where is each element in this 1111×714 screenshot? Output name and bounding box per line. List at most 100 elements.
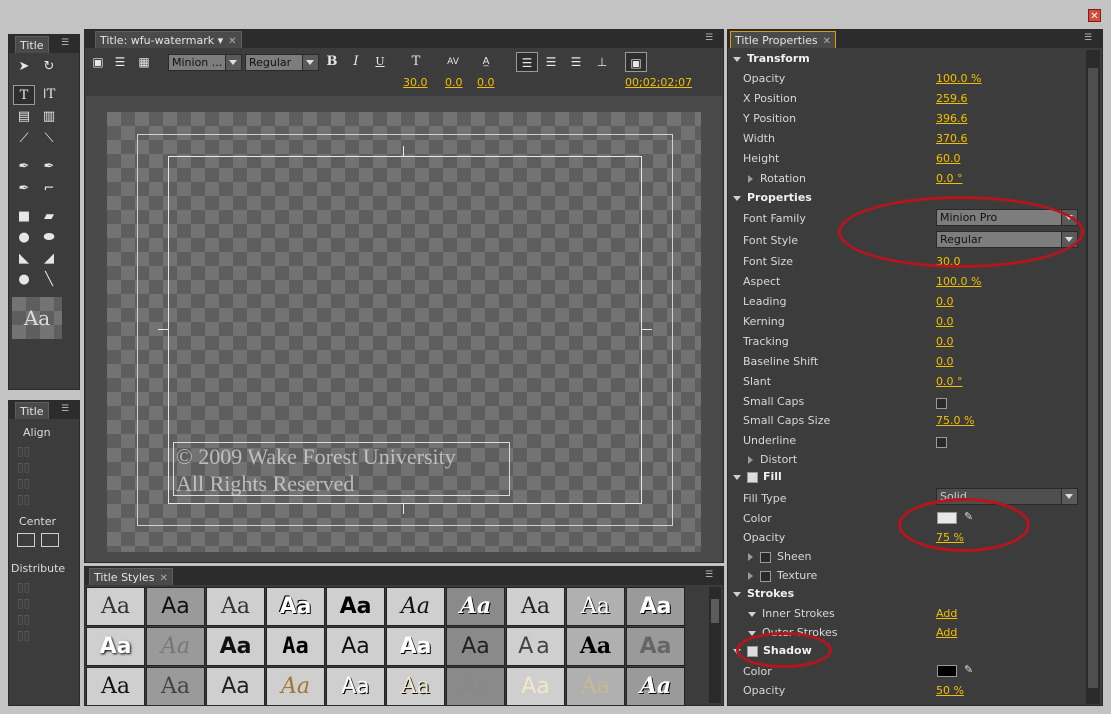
- shadow-color-swatch[interactable]: [937, 665, 957, 677]
- leading-prop-value[interactable]: 0.0: [936, 295, 954, 308]
- line-tool-icon[interactable]: ╲: [38, 270, 60, 290]
- style-swatch[interactable]: Aa: [626, 627, 685, 666]
- watermark-text-box[interactable]: © 2009 Wake Forest University All Rights…: [173, 442, 510, 496]
- area-type-tool-icon[interactable]: ▤: [13, 107, 35, 127]
- style-swatch[interactable]: Aa: [146, 667, 205, 705]
- close-tab-icon[interactable]: ✕: [228, 36, 236, 47]
- style-swatch[interactable]: Aa: [326, 667, 385, 705]
- style-swatch[interactable]: Aa: [206, 667, 265, 705]
- show-background-video-icon[interactable]: ▣: [625, 52, 647, 72]
- height-value[interactable]: 60.0: [936, 152, 961, 165]
- style-swatch[interactable]: Aa: [266, 587, 325, 626]
- kerning-prop-value[interactable]: 0.0: [936, 315, 954, 328]
- style-swatch[interactable]: Aa: [446, 587, 505, 626]
- font-family-dropdown[interactable]: Minion ...: [168, 54, 242, 71]
- font-size-value[interactable]: 30.0: [403, 76, 428, 89]
- leading-value[interactable]: 0.0: [477, 76, 495, 89]
- font-style-dropdown[interactable]: Regular: [245, 54, 319, 71]
- style-swatch[interactable]: Aa: [506, 587, 565, 626]
- italic-button[interactable]: I: [345, 52, 367, 72]
- aspect-value[interactable]: 100.0 %: [936, 275, 981, 288]
- tab-title-wfu-watermark[interactable]: Title: wfu-watermark ▾ ✕: [95, 31, 242, 48]
- ellipse-tool-icon[interactable]: ●: [13, 270, 35, 290]
- baseline-shift-value[interactable]: 0.0: [936, 355, 954, 368]
- rotation-label-wrap[interactable]: Rotation: [748, 172, 806, 185]
- style-swatch[interactable]: Aa: [506, 667, 565, 705]
- style-swatch[interactable]: Aa: [266, 627, 325, 666]
- texture-label-wrap[interactable]: Texture: [748, 569, 817, 582]
- y-position-value[interactable]: 396.6: [936, 112, 968, 125]
- selection-tool-icon[interactable]: ➤: [13, 57, 35, 77]
- delete-anchor-tool-icon[interactable]: ✒: [38, 157, 60, 177]
- style-swatch[interactable]: Aa: [626, 667, 685, 705]
- style-swatch[interactable]: Aa: [206, 587, 265, 626]
- style-swatch[interactable]: Aa: [146, 587, 205, 626]
- add-anchor-tool-icon[interactable]: ✒: [13, 179, 35, 199]
- panel-menu-icon[interactable]: ☰: [61, 37, 75, 49]
- inner-strokes-label-wrap[interactable]: Inner Strokes: [748, 607, 835, 620]
- center-vertical-icon[interactable]: [41, 533, 59, 547]
- align-center-button[interactable]: ☰: [540, 52, 562, 72]
- style-swatch[interactable]: Aa: [86, 587, 145, 626]
- properties-header[interactable]: Properties: [733, 191, 812, 204]
- distort-label-wrap[interactable]: Distort: [748, 453, 797, 466]
- outer-strokes-add-link[interactable]: Add: [936, 626, 957, 639]
- close-tab-icon[interactable]: ✕: [823, 36, 831, 47]
- panel-menu-icon[interactable]: ☰: [61, 403, 75, 415]
- rotation-tool-icon[interactable]: ↻: [38, 57, 60, 77]
- convert-anchor-tool-icon[interactable]: ⌐: [38, 179, 60, 199]
- style-swatch[interactable]: Aa: [446, 667, 505, 705]
- panel-menu-icon[interactable]: ☰: [1084, 32, 1098, 44]
- path-type-tool-icon[interactable]: ⟋: [13, 129, 35, 149]
- new-title-icon[interactable]: ▣: [87, 52, 109, 72]
- close-icon[interactable]: ✕: [1088, 9, 1101, 22]
- tab-title-actions[interactable]: Title: [15, 402, 49, 419]
- texture-checkbox[interactable]: [760, 570, 771, 582]
- vertical-path-type-tool-icon[interactable]: ⟍: [38, 129, 60, 149]
- style-swatch[interactable]: Aa: [386, 667, 445, 705]
- style-swatch[interactable]: Aa: [146, 627, 205, 666]
- align-left-button[interactable]: ☰: [516, 52, 538, 72]
- width-value[interactable]: 370.6: [936, 132, 968, 145]
- style-swatch[interactable]: Aa: [566, 587, 625, 626]
- opacity-value[interactable]: 100.0 %: [936, 72, 981, 85]
- fill-header[interactable]: Fill: [733, 470, 782, 483]
- rotation-value[interactable]: 0.0 °: [936, 172, 963, 185]
- rectangle-tool-icon[interactable]: ■: [13, 207, 35, 227]
- vertical-area-type-tool-icon[interactable]: ▥: [38, 107, 60, 127]
- templates-icon[interactable]: ▦: [133, 52, 155, 72]
- rounded-corner-rectangle-tool-icon[interactable]: ⬬: [38, 228, 60, 248]
- style-swatch[interactable]: Aa: [206, 627, 265, 666]
- fill-checkbox[interactable]: [747, 471, 758, 483]
- tracking-value[interactable]: 0.0: [936, 335, 954, 348]
- tab-title-tools[interactable]: Title: [15, 36, 49, 53]
- tab-title-properties[interactable]: Title Properties ✕: [730, 31, 837, 48]
- center-horizontal-icon[interactable]: [17, 533, 35, 547]
- style-swatch[interactable]: Aa: [626, 587, 685, 626]
- transform-header[interactable]: Transform: [733, 52, 810, 65]
- shadow-opacity-value[interactable]: 50 %: [936, 684, 964, 697]
- rounded-rectangle-tool-icon[interactable]: ●: [13, 228, 35, 248]
- roll-crawl-options-icon[interactable]: ☰: [109, 52, 131, 72]
- panel-menu-icon[interactable]: ☰: [705, 32, 719, 44]
- kerning-value[interactable]: 0.0: [445, 76, 463, 89]
- style-swatch[interactable]: Aa: [446, 627, 505, 666]
- clipped-rectangle-tool-icon[interactable]: ▰: [38, 207, 60, 227]
- style-swatch[interactable]: Aa: [266, 667, 325, 705]
- wedge-tool-icon[interactable]: ◣: [13, 249, 35, 269]
- small-caps-size-value[interactable]: 75.0 %: [936, 414, 974, 427]
- bold-button[interactable]: B: [321, 52, 343, 72]
- style-swatch[interactable]: Aa: [566, 627, 625, 666]
- style-swatch[interactable]: Aa: [326, 627, 385, 666]
- close-tab-icon[interactable]: ✕: [159, 573, 167, 584]
- style-swatch[interactable]: Aa: [86, 667, 145, 705]
- vertical-type-tool-icon[interactable]: ǀT: [38, 85, 60, 105]
- underline-checkbox[interactable]: [936, 435, 947, 448]
- small-caps-checkbox[interactable]: [936, 396, 947, 409]
- strokes-header[interactable]: Strokes: [733, 587, 794, 600]
- style-swatch[interactable]: Aa: [506, 627, 565, 666]
- sheen-checkbox[interactable]: [760, 551, 771, 563]
- style-swatch[interactable]: Aa: [86, 627, 145, 666]
- align-right-button[interactable]: ☰: [565, 52, 587, 72]
- slant-value[interactable]: 0.0 °: [936, 375, 963, 388]
